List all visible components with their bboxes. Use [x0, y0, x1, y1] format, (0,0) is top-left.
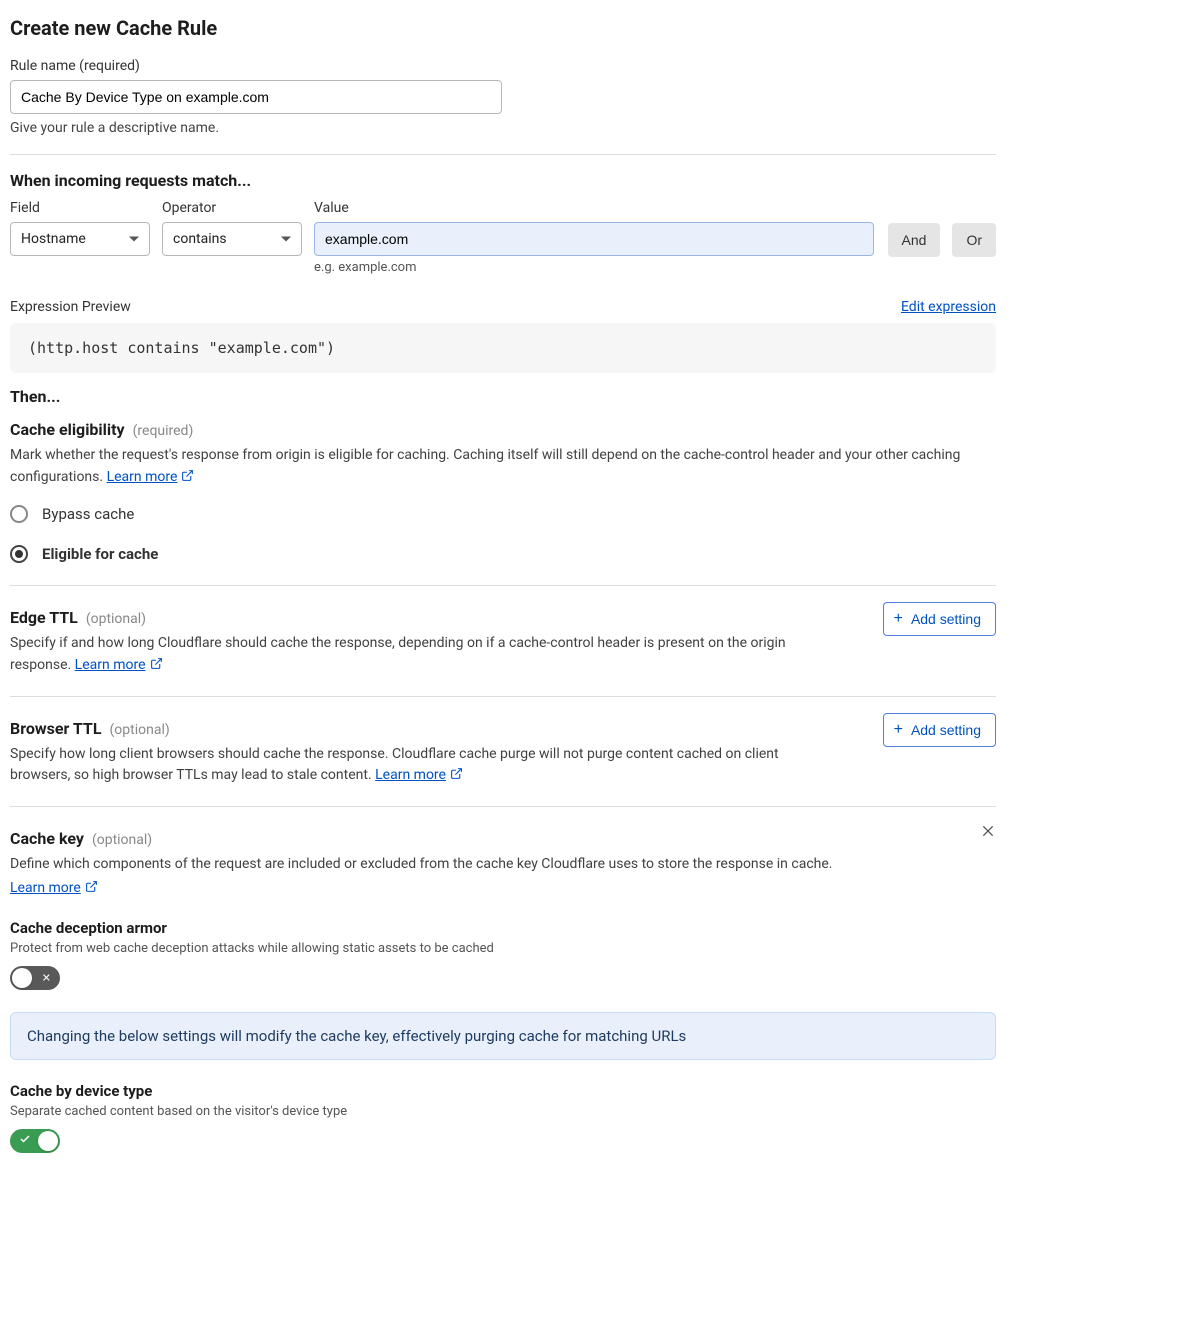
value-hint: e.g. example.com	[314, 260, 876, 275]
and-button[interactable]: And	[888, 223, 941, 257]
field-select-value: Hostname	[21, 231, 86, 247]
cache-deception-armor-toggle[interactable]: ✕	[10, 966, 60, 990]
cache-key-title: Cache key	[10, 829, 84, 848]
page-title: Create new Cache Rule	[10, 16, 996, 40]
external-link-icon	[181, 468, 194, 490]
chevron-down-icon	[129, 237, 139, 242]
radio-icon	[10, 505, 28, 523]
browser-ttl-tag: (optional)	[110, 722, 170, 738]
value-label: Value	[314, 200, 876, 216]
browser-ttl-title: Browser TTL	[10, 719, 102, 738]
external-link-icon	[450, 766, 463, 788]
edge-ttl-desc: Specify if and how long Cloudflare shoul…	[10, 633, 820, 677]
eligibility-tag: (required)	[133, 423, 194, 439]
cache-key-close-button[interactable]	[980, 823, 996, 843]
rule-name-input[interactable]	[10, 80, 502, 114]
radio-icon	[10, 545, 28, 563]
operator-select[interactable]: contains	[162, 222, 302, 256]
edge-ttl-tag: (optional)	[86, 611, 146, 627]
eligibility-title: Cache eligibility	[10, 420, 125, 439]
x-icon: ✕	[42, 971, 51, 984]
cache-key-warning-banner: Changing the below settings will modify …	[10, 1012, 996, 1060]
expression-preview-code: (http.host contains "example.com")	[10, 323, 996, 373]
browser-ttl-learn-more-link[interactable]: Learn more	[375, 767, 463, 783]
eligibility-learn-more-link[interactable]: Learn more	[107, 469, 195, 485]
field-label: Field	[10, 200, 150, 216]
browser-ttl-add-setting-button[interactable]: + Add setting	[883, 713, 996, 747]
check-icon	[19, 1133, 31, 1149]
cache-deception-armor-title: Cache deception armor	[10, 919, 996, 937]
edge-ttl-add-setting-button[interactable]: + Add setting	[883, 602, 996, 636]
rule-name-label: Rule name (required)	[10, 58, 996, 74]
plus-icon: +	[894, 611, 903, 627]
radio-bypass-label: Bypass cache	[42, 505, 134, 523]
match-heading: When incoming requests match...	[10, 171, 996, 190]
cache-key-tag: (optional)	[92, 832, 152, 848]
or-button[interactable]: Or	[952, 223, 996, 257]
cache-deception-armor-desc: Protect from web cache deception attacks…	[10, 941, 996, 956]
external-link-icon	[85, 880, 98, 897]
edge-ttl-learn-more-link[interactable]: Learn more	[75, 657, 163, 673]
browser-ttl-desc: Specify how long client browsers should …	[10, 744, 820, 788]
cache-key-desc: Define which components of the request a…	[10, 854, 833, 876]
value-input[interactable]	[314, 222, 874, 256]
cache-key-learn-more-link[interactable]: Learn more	[10, 880, 98, 896]
radio-eligible-for-cache[interactable]: Eligible for cache	[10, 545, 996, 563]
cache-by-device-type-toggle[interactable]	[10, 1129, 60, 1153]
field-select[interactable]: Hostname	[10, 222, 150, 256]
operator-select-value: contains	[173, 231, 227, 247]
cache-by-device-type-desc: Separate cached content based on the vis…	[10, 1104, 996, 1119]
external-link-icon	[150, 656, 163, 678]
edit-expression-link[interactable]: Edit expression	[901, 299, 996, 315]
rule-name-hint: Give your rule a descriptive name.	[10, 120, 996, 136]
chevron-down-icon	[281, 237, 291, 242]
operator-label: Operator	[162, 200, 302, 216]
eligibility-desc: Mark whether the request's response from…	[10, 445, 996, 489]
cache-by-device-type-title: Cache by device type	[10, 1082, 996, 1100]
edge-ttl-title: Edge TTL	[10, 608, 78, 627]
radio-bypass-cache[interactable]: Bypass cache	[10, 505, 996, 523]
then-heading: Then...	[10, 387, 996, 406]
radio-eligible-label: Eligible for cache	[42, 545, 158, 563]
expression-preview-label: Expression Preview	[10, 299, 131, 315]
plus-icon: +	[894, 722, 903, 738]
